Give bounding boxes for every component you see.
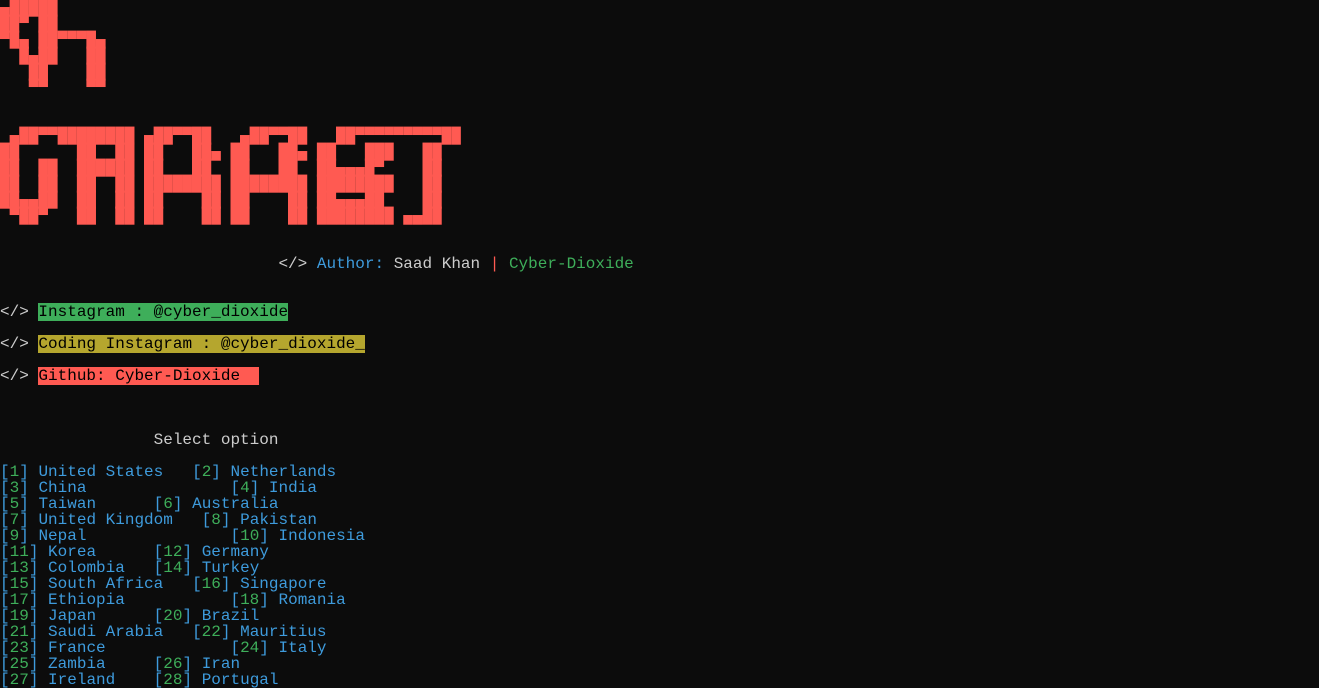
option-row: [9] Nepal [10] Indonesia	[0, 528, 1319, 544]
option-row: [11] Korea [12] Germany	[0, 544, 1319, 560]
option-row: [19] Japan [20] Brazil	[0, 608, 1319, 624]
option-item[interactable]: Ireland	[48, 671, 115, 688]
author-name: Saad Khan	[394, 255, 480, 273]
tag-github: Github: Cyber-Dioxide	[38, 367, 240, 385]
tag-instagram: Instagram : @cyber_dioxide	[38, 303, 288, 321]
social-github-line: </> Github: Cyber-Dioxide	[0, 352, 1319, 384]
social-instagram-line: </> Instagram : @cyber_dioxide	[0, 288, 1319, 320]
option-row: [17] Ethiopia [18] Romania	[0, 592, 1319, 608]
blank-line	[0, 400, 1319, 416]
option-row: [7] United Kingdom [8] Pakistan	[0, 512, 1319, 528]
option-row: [5] Taiwan [6] Australia	[0, 496, 1319, 512]
option-item[interactable]: Indonesia	[279, 527, 365, 545]
option-item[interactable]: Romania	[279, 591, 346, 609]
select-header: Select option	[0, 416, 1319, 448]
social-coding-instagram-line: </> Coding Instagram : @cyber_dioxide_	[0, 320, 1319, 352]
option-item[interactable]: Italy	[279, 639, 327, 657]
pipe: |	[490, 255, 500, 273]
option-item[interactable]: Portugal	[202, 671, 279, 688]
tag-marker: </>	[278, 255, 307, 273]
option-row: [3] China [4] India	[0, 480, 1319, 496]
author-line: </> Author: Saad Khan | Cyber-Dioxide	[0, 240, 1319, 272]
blank-line	[0, 448, 1319, 464]
option-row: [25] Zambia [26] Iran	[0, 656, 1319, 672]
author-label: Author:	[317, 255, 384, 273]
option-row: [23] France [24] Italy	[0, 640, 1319, 656]
option-row: [1] United States [2] Netherlands	[0, 464, 1319, 480]
author-alias: Cyber-Dioxide	[509, 255, 634, 273]
options-menu: [1] United States [2] Netherlands[3] Chi…	[0, 464, 1319, 688]
ascii-banner: ▄█████ ██▀ ██ ▀█▄ ██▀▀▀█▄ █▄██ ██ ██ ██ …	[0, 0, 1319, 240]
option-row: [21] Saudi Arabia [22] Mauritius	[0, 624, 1319, 640]
option-row: [15] South Africa [16] Singapore	[0, 576, 1319, 592]
blank-line	[0, 272, 1319, 288]
blank-line	[0, 384, 1319, 400]
tag-coding-instagram: Coding Instagram : @cyber_dioxide_	[38, 335, 364, 353]
option-row: [13] Colombia [14] Turkey	[0, 560, 1319, 576]
option-row: [27] Ireland [28] Portugal	[0, 672, 1319, 688]
